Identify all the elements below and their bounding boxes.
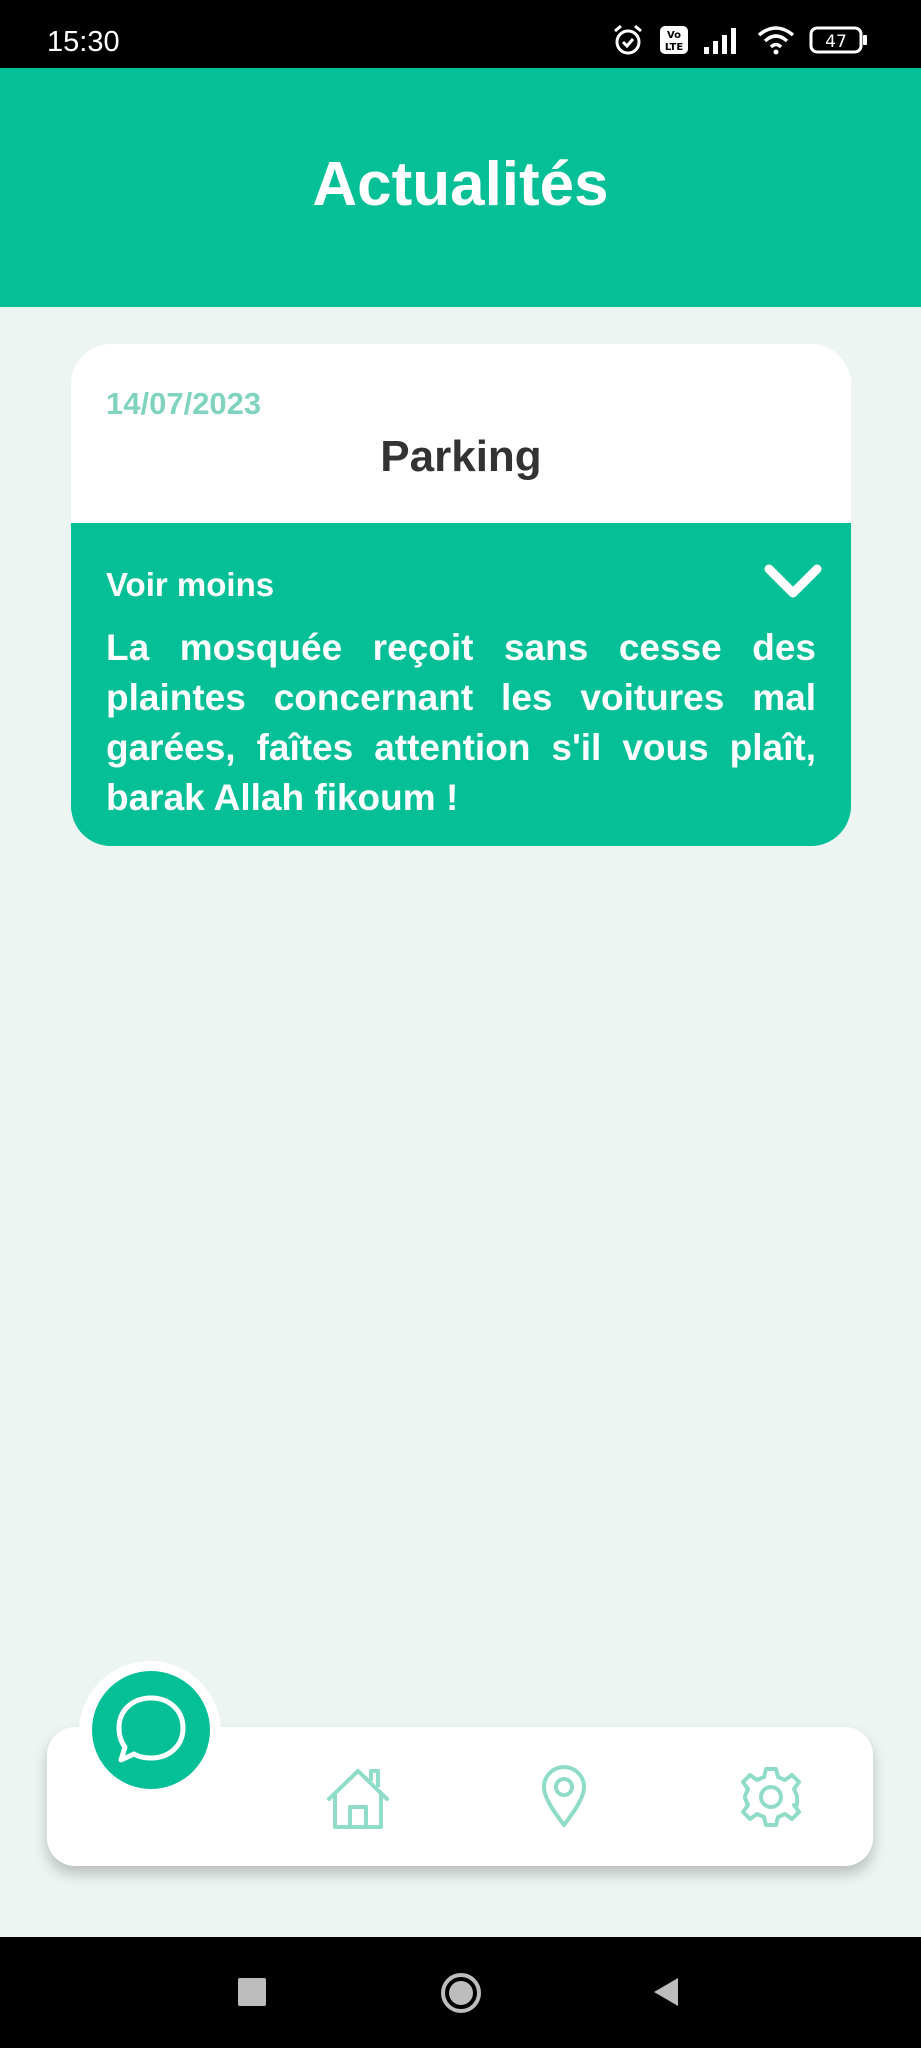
news-card-header: 14/07/2023 Parking	[71, 344, 851, 523]
svg-text:Vo: Vo	[667, 30, 681, 41]
news-title: Parking	[380, 432, 542, 481]
svg-text:LTE: LTE	[665, 42, 684, 53]
system-nav-bar	[0, 1937, 921, 2048]
back-button[interactable]	[646, 1972, 686, 2012]
status-time: 15:30	[47, 26, 120, 58]
voir-moins-toggle[interactable]: Voir moins	[106, 566, 274, 604]
wifi-icon	[757, 26, 795, 55]
signal-icon	[704, 28, 736, 54]
news-card: 14/07/2023 Parking Voir moins La mosquée…	[71, 344, 851, 846]
location-button[interactable]	[524, 1756, 604, 1836]
home-button[interactable]	[318, 1758, 398, 1838]
news-body-text: La mosquée reçoit sans cesse des plainte…	[106, 627, 816, 818]
system-home-button[interactable]	[438, 1970, 484, 2016]
news-date: 14/07/2023	[106, 386, 262, 421]
back-triangle-icon	[654, 1978, 678, 2006]
volte-icon: Vo LTE	[660, 26, 688, 54]
page-title: Actualités	[312, 150, 609, 219]
news-card-body: Voir moins La mosquée reçoit sans cesse …	[71, 523, 851, 846]
chat-icon	[116, 1695, 186, 1763]
status-icons: Vo LTE 47	[611, 22, 869, 58]
settings-gear-icon	[741, 1767, 801, 1827]
battery-icon: 47	[809, 26, 867, 54]
svg-text:47: 47	[825, 32, 847, 52]
chat-button[interactable]	[92, 1671, 210, 1789]
recents-button[interactable]	[232, 1972, 272, 2012]
recents-square-icon	[238, 1978, 266, 2006]
home-icon	[327, 1769, 389, 1829]
status-bar: 15:30 Vo LTE 47	[0, 0, 921, 68]
chevron-down-icon[interactable]	[763, 561, 823, 601]
home-circle-icon	[441, 1973, 481, 2013]
location-pin-icon	[542, 1765, 586, 1827]
app-header: Actualités	[0, 68, 921, 307]
settings-button[interactable]	[731, 1757, 811, 1837]
alarm-icon	[614, 24, 642, 55]
